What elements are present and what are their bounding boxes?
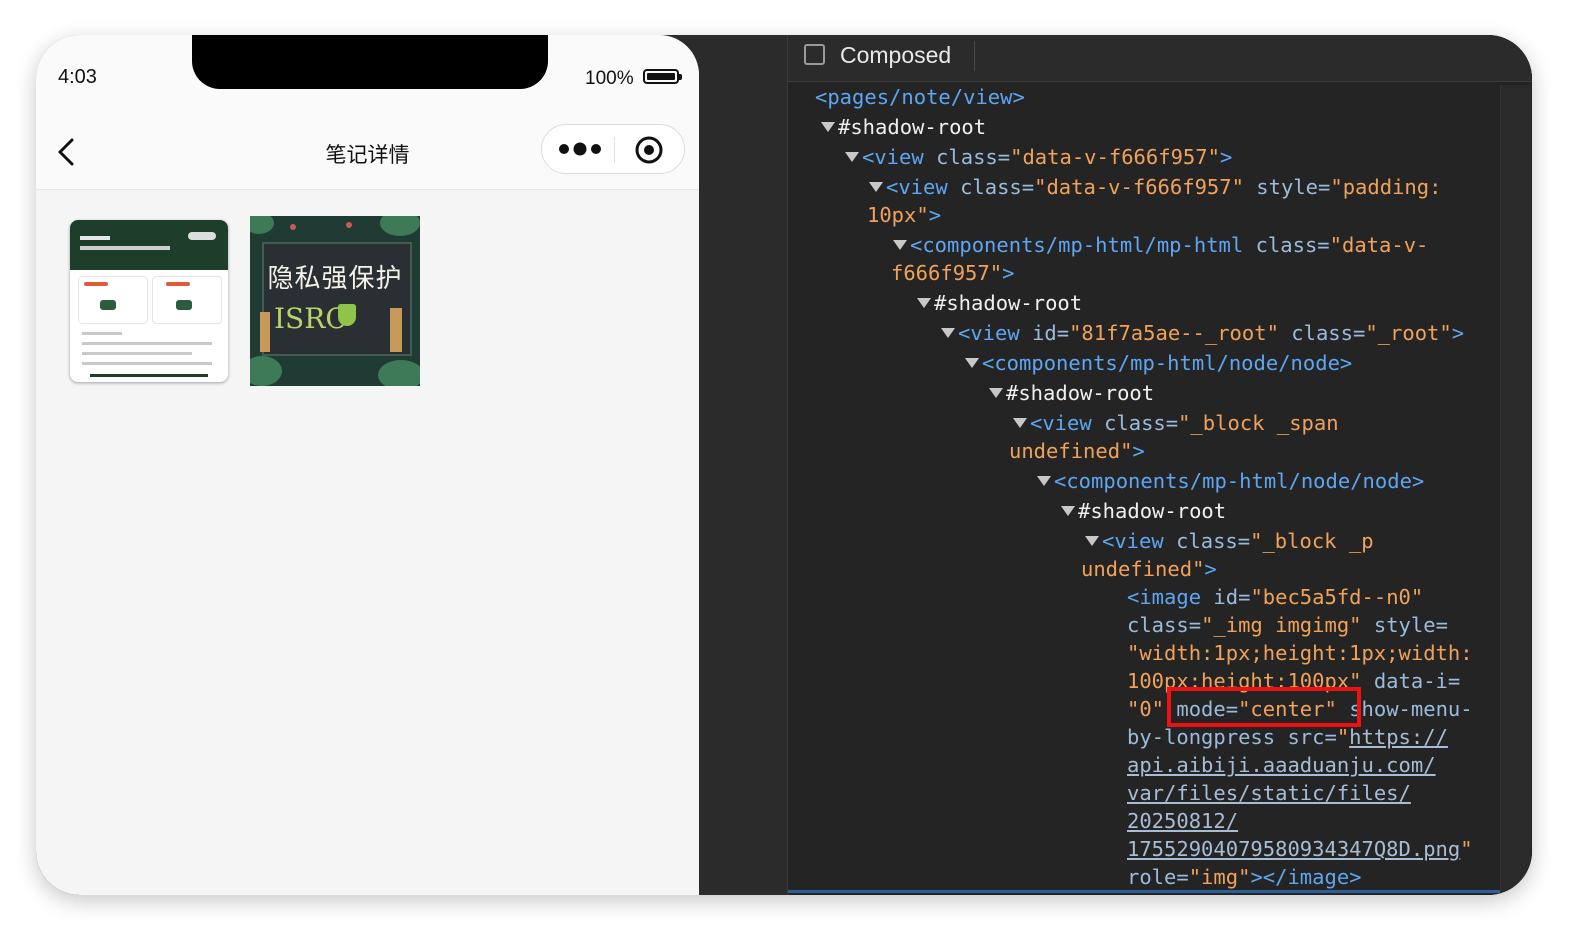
- expand-triangle-icon[interactable]: [893, 240, 907, 250]
- expand-triangle-icon[interactable]: [1061, 506, 1075, 516]
- dom-node-image-line: class="_img imgimg" style=: [1127, 613, 1448, 637]
- selection-indicator: [788, 890, 1500, 893]
- expand-triangle-icon[interactable]: [965, 358, 979, 368]
- vertical-scrollbar[interactable]: [1500, 85, 1531, 895]
- privacy-image-title: 隐私强保护: [267, 264, 403, 294]
- expand-triangle-icon[interactable]: [941, 328, 955, 338]
- dom-node-pages-note-view[interactable]: <pages/note/view>: [815, 83, 1025, 111]
- devtools-panel: Composed <pages/note/view> #shadow-root …: [699, 35, 1532, 895]
- deer-icon: [390, 308, 402, 352]
- dom-node-view-span[interactable]: <view class="_block _span: [1013, 409, 1339, 437]
- deer-icon: [260, 312, 270, 352]
- dom-node-shadow-root[interactable]: #shadow-root: [1061, 497, 1226, 525]
- expand-triangle-icon[interactable]: [1037, 476, 1051, 486]
- dom-node-mp-html-cont: f666f957">: [891, 261, 1015, 285]
- expand-triangle-icon[interactable]: [821, 122, 835, 132]
- dom-node-view-root[interactable]: <view id="81f7a5ae--_root" class="_root"…: [941, 319, 1464, 347]
- dom-node-node[interactable]: <components/mp-html/node/node>: [965, 349, 1352, 377]
- app-screenshot-image[interactable]: [70, 220, 228, 382]
- src-url-link[interactable]: var/files/static/files/: [1127, 779, 1411, 807]
- expand-triangle-icon[interactable]: [845, 152, 859, 162]
- expand-triangle-icon[interactable]: [989, 388, 1003, 398]
- dom-node-view-span-cont: undefined">: [1009, 439, 1145, 463]
- dom-tree: <pages/note/view> #shadow-root <view cla…: [788, 83, 1500, 895]
- src-url-link[interactable]: https://: [1349, 725, 1448, 749]
- dom-node-view-p[interactable]: <view class="_block _p: [1085, 527, 1374, 555]
- phone-simulator: 4:03 100% 笔记详情 隐私强保护 ISRC: [36, 35, 699, 895]
- notch: [192, 35, 548, 89]
- dom-node-mp-html[interactable]: <components/mp-html/mp-html class="data-…: [893, 231, 1428, 259]
- dom-node-image-line: by-longpress src="https://: [1127, 725, 1448, 749]
- privacy-protection-image[interactable]: 隐私强保护 ISRC: [250, 216, 420, 386]
- app-window: 4:03 100% 笔记详情 隐私强保护 ISRC Composed <page…: [36, 35, 1532, 895]
- status-bar: 4:03 100%: [36, 35, 699, 115]
- src-url-link[interactable]: 17552904079580934347Q8D.png": [1127, 835, 1473, 863]
- src-url-link[interactable]: api.aibiji.aaaduanju.com/: [1127, 751, 1436, 779]
- dom-node-view[interactable]: <view class="data-v-f666f957">: [845, 143, 1232, 171]
- expand-triangle-icon[interactable]: [1013, 418, 1027, 428]
- dom-node-shadow-root[interactable]: #shadow-root: [917, 289, 1082, 317]
- expand-triangle-icon[interactable]: [869, 182, 883, 192]
- dom-node-image[interactable]: <image id="bec5a5fd--n0": [1127, 583, 1423, 611]
- devtools-gutter: [699, 35, 787, 895]
- shield-icon: [338, 304, 356, 326]
- dom-node-view-padding[interactable]: <view class="data-v-f666f957" style="pad…: [869, 173, 1441, 201]
- status-time: 4:03: [58, 66, 97, 88]
- elements-toolbar: Composed: [788, 35, 1532, 82]
- expand-triangle-icon[interactable]: [917, 298, 931, 308]
- dom-node-shadow-root[interactable]: #shadow-root: [989, 379, 1154, 407]
- battery-icon: [643, 69, 682, 84]
- dom-node-shadow-root[interactable]: #shadow-root: [821, 113, 986, 141]
- elements-panel: Composed <pages/note/view> #shadow-root …: [788, 35, 1532, 895]
- dom-node-view-padding-cont: 10px">: [867, 203, 942, 227]
- battery-percentage: 100%: [585, 68, 634, 89]
- mode-highlight-box: [1167, 687, 1361, 727]
- dom-node-view-p-cont: undefined">: [1081, 557, 1217, 581]
- dom-node-node[interactable]: <components/mp-html/node/node>: [1037, 467, 1424, 495]
- privacy-image-logo: ISRC: [274, 302, 347, 335]
- close-miniprogram-icon[interactable]: [634, 135, 664, 165]
- nav-bar: 笔记详情: [36, 115, 699, 190]
- capsule-divider: [614, 137, 615, 163]
- more-dots-icon[interactable]: [556, 137, 604, 161]
- capsule-menu: [541, 124, 685, 174]
- composed-checkbox[interactable]: [804, 44, 825, 65]
- src-url-link[interactable]: 20250812/: [1127, 807, 1238, 835]
- dom-node-image-line: role="img"></image>: [1127, 865, 1362, 889]
- composed-label[interactable]: Composed: [840, 42, 951, 69]
- toolbar-divider: [974, 41, 975, 71]
- expand-triangle-icon[interactable]: [1085, 536, 1099, 546]
- dom-node-image-line: "width:1px;height:1px;width:: [1127, 641, 1473, 665]
